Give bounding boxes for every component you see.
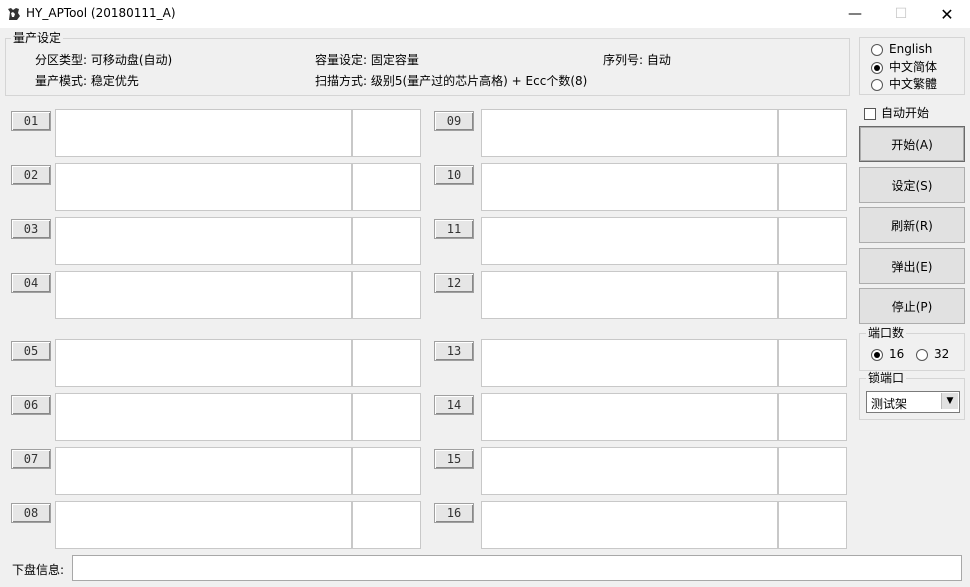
disk-info-field [72, 555, 962, 581]
port-result-box [352, 447, 421, 495]
port-result-box [778, 109, 847, 157]
port-status-box [481, 163, 778, 211]
port-status-box [55, 271, 352, 319]
maximize-button[interactable]: ☐ [878, 0, 924, 28]
partition-type: 分区类型: 可移动盘(自动) [35, 53, 173, 67]
capacity-setting: 容量设定: 固定容量 [315, 53, 419, 67]
port-status-box [481, 339, 778, 387]
port-status-box [55, 217, 352, 265]
port-status-box [55, 447, 352, 495]
radio-english[interactable] [871, 43, 883, 56]
port-result-box [352, 163, 421, 211]
language-option-english[interactable]: English [871, 42, 932, 56]
radio-simplified-chinese[interactable] [871, 61, 883, 74]
port-button[interactable]: 15 [434, 449, 474, 469]
port-count-option-32[interactable]: 32 [916, 347, 949, 361]
radio-32[interactable] [916, 348, 928, 361]
port-status-box [55, 501, 352, 549]
port-result-box [778, 501, 847, 549]
port-button[interactable]: 04 [11, 273, 51, 293]
port-result-box [778, 271, 847, 319]
port-result-box [778, 163, 847, 211]
port-result-box [352, 339, 421, 387]
port-status-box [481, 217, 778, 265]
port-button[interactable]: 03 [11, 219, 51, 239]
port-status-box [55, 109, 352, 157]
radio-16[interactable] [871, 348, 883, 361]
port-result-box [778, 447, 847, 495]
auto-start-label: 自动开始 [881, 106, 930, 120]
dropdown-arrow-icon[interactable]: ▼ [941, 393, 958, 409]
port-count-legend: 端口数 [866, 326, 907, 340]
production-mode: 量产模式: 稳定优先 [35, 74, 139, 88]
port-count-16-label: 16 [889, 347, 905, 361]
port-result-box [352, 217, 421, 265]
port-result-box [352, 271, 421, 319]
port-button[interactable]: 14 [434, 395, 474, 415]
stop-button[interactable]: 停止(P) [859, 288, 965, 324]
minimize-button[interactable]: — [832, 0, 878, 28]
port-result-box [352, 109, 421, 157]
production-settings-legend: 量产设定 [11, 31, 64, 45]
port-status-box [481, 501, 778, 549]
title-bar: HY_APTool (20180111_A) — ☐ ✕ [0, 0, 970, 28]
port-status-box [481, 109, 778, 157]
language-traditional-label: 中文繁體 [889, 77, 938, 91]
port-result-box [778, 393, 847, 441]
port-button[interactable]: 10 [434, 165, 474, 185]
port-result-box [778, 339, 847, 387]
close-icon: ✕ [940, 4, 954, 24]
eject-button[interactable]: 弹出(E) [859, 248, 965, 284]
lock-port-legend: 锁端口 [866, 371, 907, 385]
port-button[interactable]: 12 [434, 273, 474, 293]
port-status-box [481, 271, 778, 319]
serial-number: 序列号: 自动 [603, 53, 671, 67]
port-button[interactable]: 01 [11, 111, 51, 131]
app-icon [8, 8, 20, 20]
port-result-box [352, 393, 421, 441]
disk-info-label: 下盘信息: [12, 563, 65, 577]
port-button[interactable]: 05 [11, 341, 51, 361]
lock-port-select[interactable]: 测试架 ▼ [866, 391, 960, 413]
window-title: HY_APTool (20180111_A) [26, 6, 176, 20]
port-button[interactable]: 11 [434, 219, 474, 239]
port-button[interactable]: 06 [11, 395, 51, 415]
language-option-traditional[interactable]: 中文繁體 [871, 77, 937, 91]
port-button[interactable]: 02 [11, 165, 51, 185]
language-english-label: English [889, 42, 933, 56]
port-status-box [481, 393, 778, 441]
language-simplified-label: 中文简体 [889, 60, 938, 74]
settings-button[interactable]: 设定(S) [859, 167, 965, 203]
port-status-box [55, 339, 352, 387]
port-button[interactable]: 08 [11, 503, 51, 523]
start-button[interactable]: 开始(A) [859, 126, 965, 162]
port-button[interactable]: 09 [434, 111, 474, 131]
port-count-32-label: 32 [934, 347, 950, 361]
refresh-button[interactable]: 刷新(R) [859, 207, 965, 243]
port-result-box [352, 501, 421, 549]
radio-traditional-chinese[interactable] [871, 78, 883, 91]
port-result-box [778, 217, 847, 265]
port-status-box [55, 393, 352, 441]
maximize-icon: ☐ [894, 6, 908, 22]
port-status-box [55, 163, 352, 211]
close-button[interactable]: ✕ [924, 0, 970, 28]
minimize-icon: — [848, 6, 862, 22]
language-option-simplified[interactable]: 中文简体 [871, 60, 937, 74]
scan-mode: 扫描方式: 级别5(量产过的芯片高格) + Ecc个数(8) [315, 74, 588, 88]
auto-start-checkbox[interactable] [864, 107, 876, 120]
port-button[interactable]: 13 [434, 341, 474, 361]
auto-start-checkbox-row[interactable]: 自动开始 [864, 106, 929, 120]
port-count-option-16[interactable]: 16 [871, 347, 904, 361]
port-button[interactable]: 07 [11, 449, 51, 469]
lock-port-value: 测试架 [871, 397, 908, 411]
port-status-box [481, 447, 778, 495]
port-button[interactable]: 16 [434, 503, 474, 523]
